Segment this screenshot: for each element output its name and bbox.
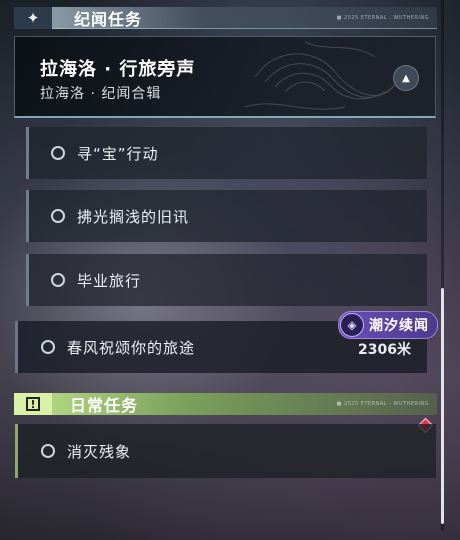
quest-item-treasure[interactable]: 寻“宝”行动 bbox=[26, 127, 427, 179]
quest-item-eliminate-echoes[interactable]: 消灭残象 bbox=[15, 424, 436, 478]
quest-label: 拂光搁浅的旧讯 bbox=[77, 207, 190, 226]
tide-sequel-badge: ◈ 潮汐续闻 bbox=[338, 311, 438, 339]
quest-radio-icon bbox=[51, 146, 65, 160]
navigate-arrow-icon[interactable]: ▲ bbox=[393, 65, 419, 91]
quest-radio-icon bbox=[51, 273, 65, 287]
story-card-subtitle: 拉海洛 · 纪闻合辑 bbox=[40, 86, 162, 102]
topographic-pattern bbox=[245, 41, 401, 110]
sparkle-icon: ✦ bbox=[14, 7, 52, 29]
quest-label: 消灭残象 bbox=[67, 442, 132, 461]
quest-radio-icon bbox=[41, 340, 55, 354]
quest-radio-icon bbox=[41, 444, 55, 458]
quest-label: 寻“宝”行动 bbox=[77, 144, 159, 163]
exclamation-box-icon: ! bbox=[14, 393, 52, 415]
daily-header-deco-text: ■ 2025 ETERNAL · WUTHERING bbox=[336, 401, 429, 407]
scrollbar-thumb[interactable] bbox=[441, 288, 444, 524]
story-card-title: 拉海洛 · 行旅旁声 bbox=[40, 59, 196, 80]
quest-label: 春风祝颂你的旅途 bbox=[67, 338, 196, 357]
quest-label: 毕业旅行 bbox=[77, 271, 142, 290]
quest-distance: 2306米 bbox=[358, 342, 411, 358]
quest-item-graduation-trip[interactable]: 毕业旅行 bbox=[26, 254, 427, 306]
story-quest-category-header[interactable]: ✦ 纪闻任务 ■ 2025 ETERNAL · WUTHERING bbox=[14, 7, 437, 29]
story-header-deco-text: ■ 2025 ETERNAL · WUTHERING bbox=[336, 15, 429, 21]
quest-radio-icon bbox=[51, 209, 65, 223]
tide-badge-label: 潮汐续闻 bbox=[369, 318, 429, 334]
quest-item-old-news[interactable]: 拂光搁浅的旧讯 bbox=[26, 190, 427, 242]
story-card[interactable]: 拉海洛 · 行旅旁声 拉海洛 · 纪闻合辑 ▲ bbox=[14, 36, 436, 118]
daily-category-title: 日常任务 bbox=[70, 396, 139, 415]
story-category-title: 纪闻任务 bbox=[74, 10, 143, 29]
daily-quest-category-header[interactable]: ! 日常任务 ■ 2025 ETERNAL · WUTHERING bbox=[14, 393, 437, 415]
tide-icon: ◈ bbox=[340, 313, 364, 337]
